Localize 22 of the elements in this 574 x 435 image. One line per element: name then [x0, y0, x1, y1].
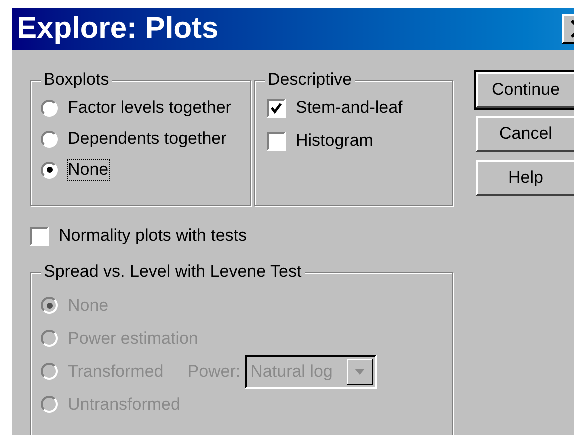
radio-button[interactable] [41, 130, 58, 148]
radio-button[interactable] [41, 100, 58, 116]
checkbox[interactable] [267, 132, 286, 150]
group-title: Boxplots [41, 70, 112, 90]
option-label: Histogram [296, 131, 374, 151]
dropdown-button[interactable] [346, 358, 373, 384]
group-title: Spread vs. Level with Levene Test [41, 262, 305, 282]
option-label: Dependents together [68, 129, 227, 149]
checkbox[interactable] [30, 226, 49, 246]
dialog-button[interactable]: Continue [476, 72, 574, 108]
window-title: Explore: Plots [17, 12, 219, 46]
radio-button[interactable] [41, 162, 58, 178]
option-label: Stem-and-leaf [296, 98, 403, 118]
option-label: Normality plots with tests [59, 226, 247, 246]
check-icon [270, 102, 283, 114]
checkbox[interactable] [267, 98, 286, 118]
option-label: Factor levels together [68, 98, 232, 118]
group-title: Descriptive [265, 70, 356, 90]
dialog-button[interactable]: Help [476, 160, 574, 196]
option-label: None [68, 160, 109, 180]
caret-icon [354, 368, 365, 374]
dialog-button[interactable]: Cancel [476, 116, 574, 152]
